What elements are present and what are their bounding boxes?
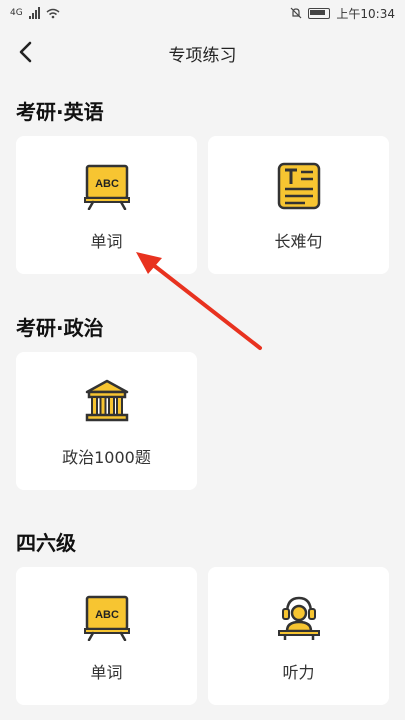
bell-muted-icon bbox=[290, 7, 302, 19]
page-title: 专项练习 bbox=[168, 45, 237, 66]
wifi-icon bbox=[46, 8, 60, 18]
status-bar: 4G 上午10:34 bbox=[0, 0, 405, 26]
card-label: 听力 bbox=[282, 663, 315, 682]
abc-board-icon: ABC bbox=[83, 164, 130, 210]
listening-headset-icon bbox=[277, 596, 320, 640]
nav-bar: 专项练习 bbox=[0, 26, 405, 80]
card-politics-1000[interactable]: 政治1000题 bbox=[16, 352, 197, 490]
card-label: 长难句 bbox=[274, 232, 323, 251]
section-title-kaoyan-politics: 考研·政治 bbox=[16, 316, 104, 340]
card-cet-listening[interactable]: 听力 bbox=[208, 567, 389, 705]
text-document-icon bbox=[277, 162, 320, 210]
section-title-cet: 四六级 bbox=[16, 531, 76, 555]
back-button[interactable] bbox=[10, 36, 40, 68]
network-label: 4G bbox=[10, 8, 23, 18]
svg-text:ABC: ABC bbox=[95, 609, 119, 621]
section-title-kaoyan-english: 考研·英语 bbox=[16, 100, 104, 124]
signal-icon bbox=[28, 7, 40, 19]
status-right: 上午10:34 bbox=[290, 5, 395, 22]
chevron-left-icon bbox=[19, 41, 32, 63]
status-time: 上午10:34 bbox=[336, 6, 395, 21]
status-left: 4G bbox=[10, 7, 60, 19]
card-label: 单词 bbox=[90, 663, 123, 682]
card-label: 单词 bbox=[90, 232, 123, 251]
battery-icon bbox=[308, 7, 331, 19]
government-building-icon bbox=[85, 379, 128, 422]
card-cet-vocabulary[interactable]: ABC 单词 bbox=[16, 567, 197, 705]
svg-text:ABC: ABC bbox=[95, 178, 119, 190]
abc-board-icon: ABC bbox=[83, 595, 130, 641]
card-kaoyan-vocabulary[interactable]: ABC 单词 bbox=[16, 136, 197, 274]
card-label: 政治1000题 bbox=[62, 448, 151, 467]
card-long-sentences[interactable]: 长难句 bbox=[208, 136, 389, 274]
